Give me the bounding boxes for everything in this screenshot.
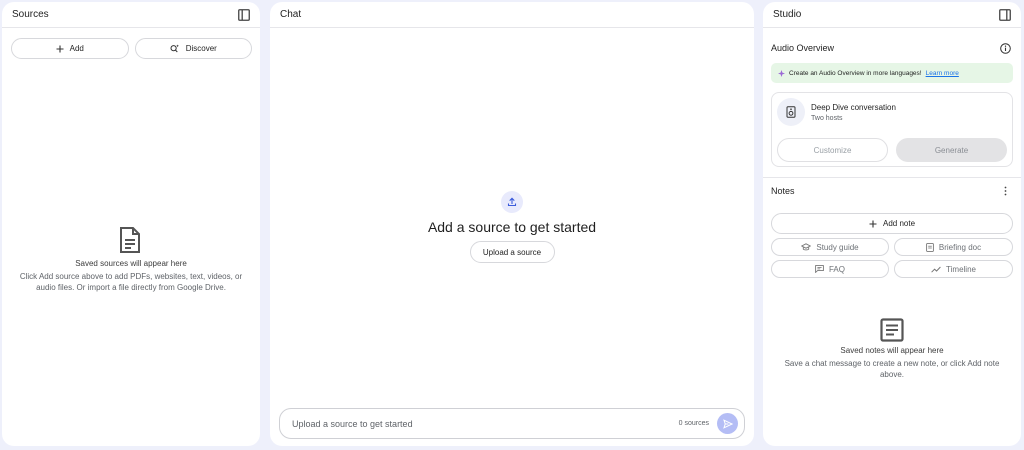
send-button[interactable] xyxy=(717,413,738,434)
chat-heading: Add a source to get started xyxy=(427,219,597,235)
plus-icon xyxy=(869,220,877,228)
add-note-button[interactable]: Add note xyxy=(771,213,1013,234)
chat-title: Chat xyxy=(280,9,302,20)
plus-icon xyxy=(56,45,64,53)
sparkle-icon xyxy=(778,69,785,77)
study-guide-icon xyxy=(801,243,812,251)
send-icon xyxy=(722,418,733,429)
info-icon[interactable] xyxy=(998,41,1012,55)
document-icon xyxy=(119,227,143,253)
notes-title: Notes xyxy=(771,186,795,196)
faq-icon xyxy=(815,265,824,273)
timeline-icon xyxy=(931,266,941,273)
chat-input-bar: 0 sources xyxy=(279,408,745,439)
deep-dive-subtitle: Two hosts xyxy=(811,114,843,122)
audio-overview-header: Audio Overview xyxy=(763,37,1021,59)
panel-toggle-icon[interactable] xyxy=(237,8,251,22)
timeline-button[interactable]: Timeline xyxy=(894,260,1013,278)
note-type-buttons: Study guide Briefing doc FAQ Timeline xyxy=(771,238,1013,278)
chat-input[interactable] xyxy=(292,418,679,429)
speaker-icon xyxy=(777,98,805,126)
study-guide-label: Study guide xyxy=(816,242,859,252)
panel-toggle-icon[interactable] xyxy=(998,8,1012,22)
discover-label: Discover xyxy=(185,44,217,53)
more-vert-icon[interactable] xyxy=(998,184,1012,198)
sources-panel: Sources Add Discover Saved sources will … xyxy=(2,2,260,446)
sources-header: Sources xyxy=(2,2,260,28)
divider xyxy=(763,177,1021,178)
notes-header: Notes xyxy=(763,179,1021,203)
chat-header: Chat xyxy=(270,2,754,28)
upload-source-button[interactable]: Upload a source xyxy=(469,241,555,263)
generate-button[interactable]: Generate xyxy=(896,138,1007,162)
discover-icon xyxy=(170,44,180,53)
briefing-doc-button[interactable]: Briefing doc xyxy=(894,238,1013,256)
briefing-doc-label: Briefing doc xyxy=(938,242,982,252)
upload-icon xyxy=(501,191,523,213)
add-source-button[interactable]: Add xyxy=(11,38,129,59)
audio-language-banner: Create an Audio Overview in more languag… xyxy=(771,63,1013,83)
promo-text: Create an Audio Overview in more languag… xyxy=(789,69,922,77)
source-count: 0 sources xyxy=(678,420,709,427)
sources-empty-title: Saved sources will appear here xyxy=(75,259,187,268)
sources-empty-desc: Click Add source above to add PDFs, webs… xyxy=(19,272,243,292)
studio-title: Studio xyxy=(773,9,802,20)
faq-label: FAQ xyxy=(828,264,845,274)
deep-dive-card: Deep Dive conversation Two hosts Customi… xyxy=(771,92,1013,167)
chat-panel: Chat Add a source to get started Upload … xyxy=(270,2,754,446)
timeline-label: Timeline xyxy=(946,264,976,274)
faq-button[interactable]: FAQ xyxy=(771,260,889,278)
notes-empty-state: Saved notes will appear here Save a chat… xyxy=(763,318,1021,380)
studio-header: Studio xyxy=(763,2,1021,28)
notes-empty-title: Saved notes will appear here xyxy=(840,346,944,355)
learn-more-link[interactable]: Learn more xyxy=(926,70,959,77)
chat-empty-state: Add a source to get started Upload a sou… xyxy=(270,191,754,263)
discover-button[interactable]: Discover xyxy=(134,38,252,59)
add-source-label: Add xyxy=(69,44,84,53)
sources-title: Sources xyxy=(12,9,49,20)
notes-empty-desc: Save a chat message to create a new note… xyxy=(784,359,1000,379)
briefing-doc-icon xyxy=(926,242,934,252)
sources-empty-state: Saved sources will appear here Click Add… xyxy=(2,227,260,293)
customize-button[interactable]: Customize xyxy=(777,138,889,162)
add-note-label: Add note xyxy=(882,219,916,228)
audio-overview-title: Audio Overview xyxy=(771,43,835,53)
deep-dive-title: Deep Dive conversation xyxy=(811,102,896,112)
study-guide-button[interactable]: Study guide xyxy=(771,238,889,256)
notes-icon xyxy=(880,318,904,342)
studio-panel: Studio Audio Overview Create an Audio Ov… xyxy=(763,2,1021,446)
